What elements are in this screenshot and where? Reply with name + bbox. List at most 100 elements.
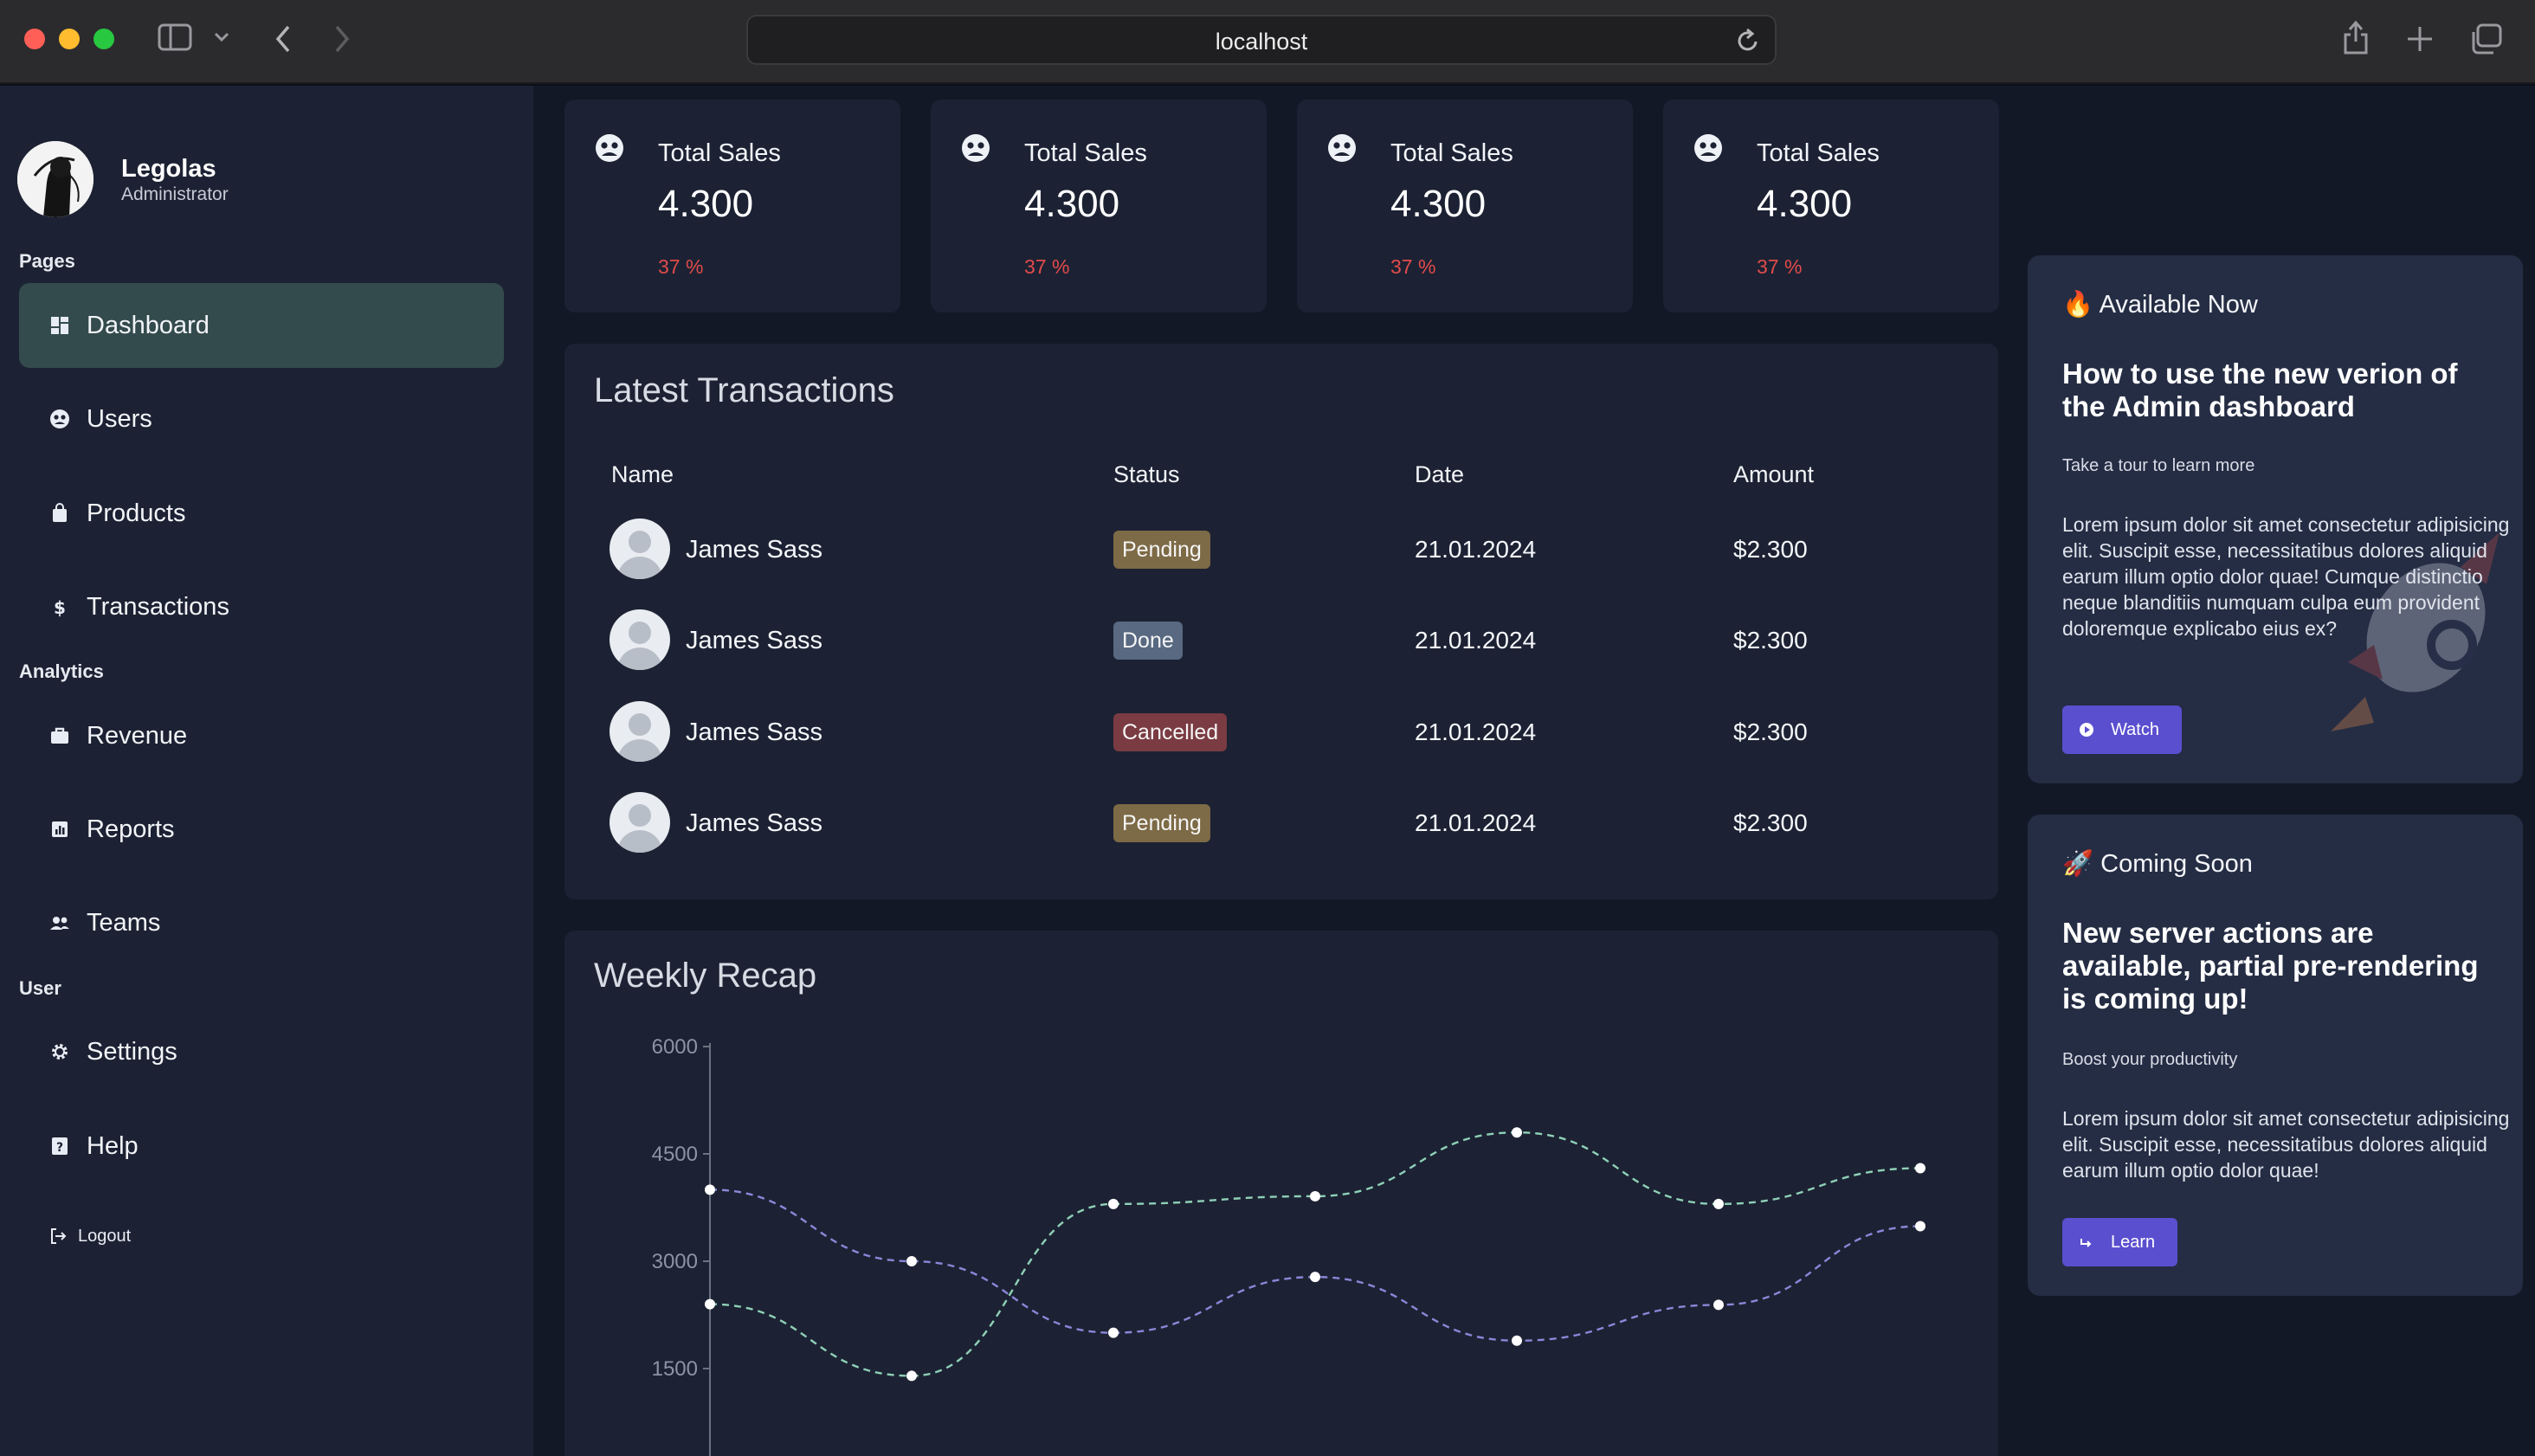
tabs-overview-icon[interactable] xyxy=(2469,23,2504,55)
gear-icon xyxy=(48,1040,71,1063)
table-row[interactable]: James Sass Pending 21.01.2024 $2.300 xyxy=(564,506,1998,593)
fire-icon: 🔥 xyxy=(2062,291,2094,319)
status-badge: Done xyxy=(1113,622,1183,660)
transaction-date: 21.01.2024 xyxy=(1415,536,1537,563)
data-point[interactable] xyxy=(1915,1221,1925,1232)
stat-change: 37 % xyxy=(1757,255,1803,278)
transaction-name: James Sass xyxy=(686,627,822,654)
profile-name: Legolas xyxy=(121,155,216,183)
users-icon xyxy=(1328,134,1356,162)
data-point[interactable] xyxy=(1915,1163,1925,1174)
watch-button[interactable]: Watch xyxy=(2062,705,2182,754)
users-icon xyxy=(962,134,990,162)
minimize-window-button[interactable] xyxy=(59,29,80,49)
data-point[interactable] xyxy=(1713,1299,1724,1311)
rocket-icon: 🚀 xyxy=(2062,850,2094,878)
column-header-status: Status xyxy=(1113,461,1180,487)
card-heading: 🔥 Available Now xyxy=(2062,290,2258,319)
maximize-window-button[interactable] xyxy=(94,29,114,49)
report-icon xyxy=(48,818,71,841)
right-panel: 🔥 Available Now How to use the new verio… xyxy=(2016,86,2535,1456)
bag-icon xyxy=(48,502,71,525)
sidebar-item-label: Teams xyxy=(87,909,161,937)
column-header-amount: Amount xyxy=(1733,461,1815,487)
new-tab-icon[interactable] xyxy=(2405,24,2435,54)
data-point[interactable] xyxy=(705,1298,715,1310)
data-point[interactable] xyxy=(906,1370,917,1382)
avatar xyxy=(610,609,670,670)
transaction-date: 21.01.2024 xyxy=(1415,809,1537,836)
card-subtitle: Boost your productivity xyxy=(2062,1050,2238,1069)
transactions-title: Latest Transactions xyxy=(594,371,894,409)
data-point[interactable] xyxy=(705,1184,715,1195)
avatar xyxy=(610,792,670,853)
data-point[interactable] xyxy=(1512,1127,1522,1138)
avatar[interactable] xyxy=(17,141,94,217)
back-icon[interactable] xyxy=(274,24,293,54)
status-badge: Pending xyxy=(1113,531,1210,569)
transaction-amount: $2.300 xyxy=(1733,718,1808,745)
transaction-name: James Sass xyxy=(686,536,822,564)
transaction-name: James Sass xyxy=(686,809,822,837)
data-point[interactable] xyxy=(1512,1335,1522,1346)
status-badge: Cancelled xyxy=(1113,713,1228,751)
card-heading: 🚀 Coming Soon xyxy=(2062,849,2253,879)
play-icon xyxy=(2080,723,2093,737)
sidebar-item-reports[interactable]: Reports xyxy=(19,787,504,872)
transaction-amount: $2.300 xyxy=(1733,809,1808,836)
y-tick-label: 1500 xyxy=(652,1357,698,1381)
data-point[interactable] xyxy=(1713,1198,1724,1209)
forward-icon[interactable] xyxy=(332,24,352,54)
sidebar-item-products[interactable]: Products xyxy=(19,471,504,556)
enter-icon xyxy=(2080,1239,2092,1247)
logout-button[interactable]: Logout xyxy=(78,1227,131,1247)
transaction-date: 21.01.2024 xyxy=(1415,718,1537,745)
data-point[interactable] xyxy=(1310,1272,1320,1283)
dashboard-icon xyxy=(48,314,71,337)
data-point[interactable] xyxy=(906,1256,917,1266)
teams-icon xyxy=(48,912,71,934)
sidebar-item-revenue[interactable]: Revenue xyxy=(19,693,504,778)
card-heading-label: Available Now xyxy=(2099,291,2258,319)
sidebar-item-settings[interactable]: Settings xyxy=(19,1009,504,1094)
transaction-name: James Sass xyxy=(686,718,822,746)
sidebar-item-label: Reports xyxy=(87,815,175,843)
y-tick-label: 4500 xyxy=(652,1143,698,1166)
transaction-amount: $2.300 xyxy=(1733,536,1808,563)
sidebar-item-transactions[interactable]: $ Transactions xyxy=(19,564,504,649)
sidebar-item-help[interactable]: ? Help xyxy=(19,1104,504,1189)
coming-soon-card: 🚀 Coming Soon New server actions are ava… xyxy=(2028,815,2523,1296)
sidebar: Legolas Administrator Pages Dashboard Us… xyxy=(0,86,533,1456)
stat-value: 4.300 xyxy=(1024,183,1120,225)
sidebar-item-dashboard[interactable]: Dashboard xyxy=(19,283,504,368)
chevron-down-icon[interactable] xyxy=(213,31,230,43)
logout-icon[interactable] xyxy=(48,1227,68,1250)
table-row[interactable]: James Sass Done 21.01.2024 $2.300 xyxy=(564,597,1998,684)
reload-icon[interactable] xyxy=(1735,27,1761,59)
learn-button[interactable]: Learn xyxy=(2062,1218,2178,1266)
weekly-recap-chart: 6000 4500 3000 1500 xyxy=(652,1035,1925,1456)
data-point[interactable] xyxy=(1108,1327,1119,1338)
data-point[interactable] xyxy=(1108,1198,1119,1209)
address-bar[interactable]: localhost xyxy=(746,15,1777,65)
table-row[interactable]: James Sass Cancelled 21.01.2024 $2.300 xyxy=(564,689,1998,776)
help-icon: ? xyxy=(48,1135,71,1157)
sidebar-item-users[interactable]: Users xyxy=(19,377,504,461)
share-icon[interactable] xyxy=(2341,19,2371,55)
sidebar-item-teams[interactable]: Teams xyxy=(19,880,504,965)
table-row[interactable]: James Sass Pending 21.01.2024 $2.300 xyxy=(564,780,1998,867)
series-line-2 xyxy=(709,1131,1921,1377)
stat-change: 37 % xyxy=(658,255,704,278)
sidebar-item-label: Revenue xyxy=(87,722,188,750)
profile-role: Administrator xyxy=(121,184,229,204)
card-title: How to use the new verion of the Admin d… xyxy=(2062,358,2458,422)
series-line-1 xyxy=(709,1189,1921,1342)
card-body: Lorem ipsum dolor sit amet consectetur a… xyxy=(2062,513,2510,640)
column-header-date: Date xyxy=(1415,461,1465,487)
sidebar-item-label: Help xyxy=(87,1132,139,1160)
data-point[interactable] xyxy=(1310,1190,1320,1202)
stat-title: Total Sales xyxy=(658,139,781,167)
main-content: Total Sales 4.300 37 % Total Sales 4.300… xyxy=(533,86,2016,1456)
close-window-button[interactable] xyxy=(24,29,45,49)
sidebar-toggle-icon[interactable] xyxy=(158,23,192,52)
